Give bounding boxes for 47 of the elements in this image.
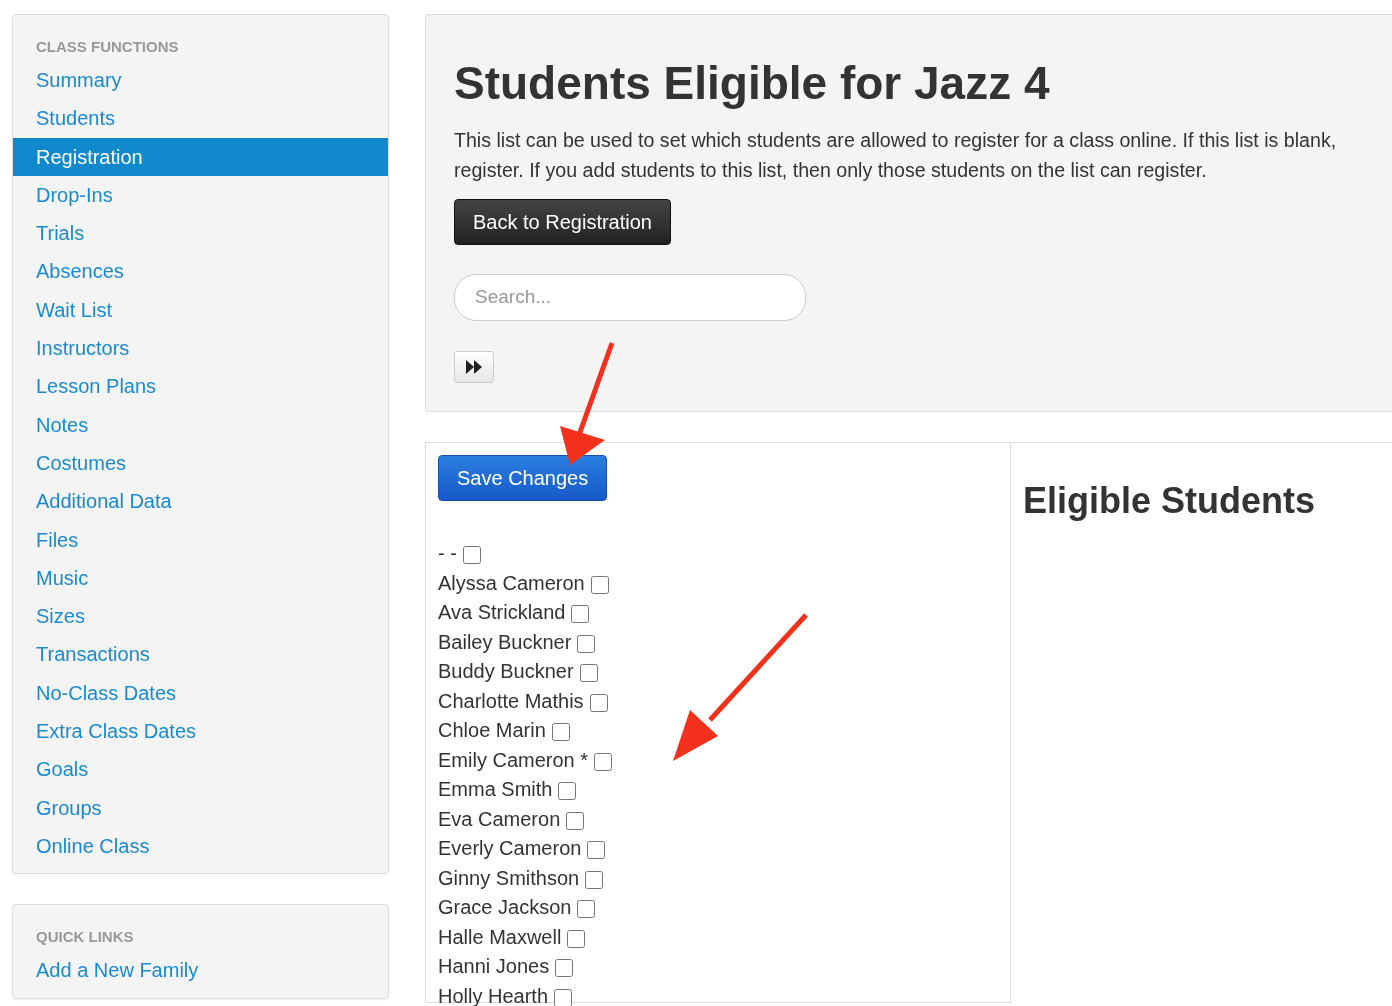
- student-name: Eva Cameron: [438, 806, 561, 832]
- sidebar-link[interactable]: No-Class Dates: [13, 673, 388, 713]
- page-title: Students Eligible for Jazz 4: [454, 56, 1051, 111]
- student-name: Emma Smith: [438, 777, 553, 802]
- sidebar-link[interactable]: Notes: [13, 405, 388, 444]
- student-name: Charlotte Mathis: [438, 688, 584, 714]
- sidebar-link[interactable]: Lesson Plans: [13, 367, 388, 406]
- sidebar-link[interactable]: Trials: [13, 214, 388, 253]
- sidebar-link[interactable]: Students: [13, 99, 388, 138]
- student-name: Hanni Jones: [438, 954, 550, 979]
- student-name: Ginny Smithson: [438, 865, 580, 891]
- sidebar-link[interactable]: Costumes: [13, 443, 388, 483]
- sidebar-link[interactable]: Extra Class Dates: [13, 712, 388, 751]
- section-title: Eligible Students: [1023, 478, 1317, 522]
- section-heading: QUICK LINKS: [35, 927, 135, 948]
- section-heading: CLASS FUNCTIONS: [35, 37, 180, 57]
- student-name: Alyssa Cameron: [438, 570, 585, 596]
- sidebar-link[interactable]: Transactions: [13, 635, 388, 674]
- student-name: Chloe Marin: [438, 718, 546, 743]
- sidebar-link[interactable]: Instructors: [13, 329, 388, 368]
- sidebar-link[interactable]: Online Class: [13, 826, 388, 866]
- description-text: register. If you add students to this list, then only those students on the list can register.: [454, 158, 1208, 183]
- sidebar-link[interactable]: Summary: [13, 61, 388, 100]
- search-field[interactable]: Search...: [454, 274, 806, 321]
- sidebar-link[interactable]: Sizes: [13, 597, 388, 636]
- sidebar-link[interactable]: Additional Data: [13, 482, 388, 521]
- student-name: Buddy Buckner: [438, 659, 574, 684]
- sidebar-link[interactable]: Registration: [13, 137, 388, 176]
- student-name: Everly Cameron: [438, 836, 582, 861]
- student-name: Ava Strickland: [438, 600, 566, 625]
- sidebar-link[interactable]: Absences: [13, 252, 388, 291]
- sidebar-link[interactable]: Groups: [13, 788, 388, 827]
- description-text: This list can be used to set which students are allowed to register for a class online. If this list is blank,: [454, 128, 1338, 153]
- sidebar-link[interactable]: Wait List: [13, 290, 388, 330]
- back-button[interactable]: Back to Registration: [454, 199, 671, 245]
- sidebar-link[interactable]: Add a New Family: [13, 951, 388, 990]
- student-name: - -: [438, 541, 457, 566]
- sidebar-link[interactable]: Music: [13, 558, 388, 598]
- student-name: Halle Maxwell: [438, 924, 562, 950]
- sidebar-link[interactable]: Goals: [13, 750, 388, 789]
- student-name: Emily Cameron *: [438, 747, 589, 773]
- save-button[interactable]: Save Changes: [438, 454, 608, 501]
- student-name: Bailey Buckner: [438, 629, 572, 655]
- student-name: Holly Hearth: [438, 983, 549, 1006]
- sidebar-link[interactable]: Files: [13, 520, 388, 559]
- sidebar-link[interactable]: Drop-Ins: [13, 175, 388, 215]
- student-name: Grace Jackson: [438, 895, 572, 920]
